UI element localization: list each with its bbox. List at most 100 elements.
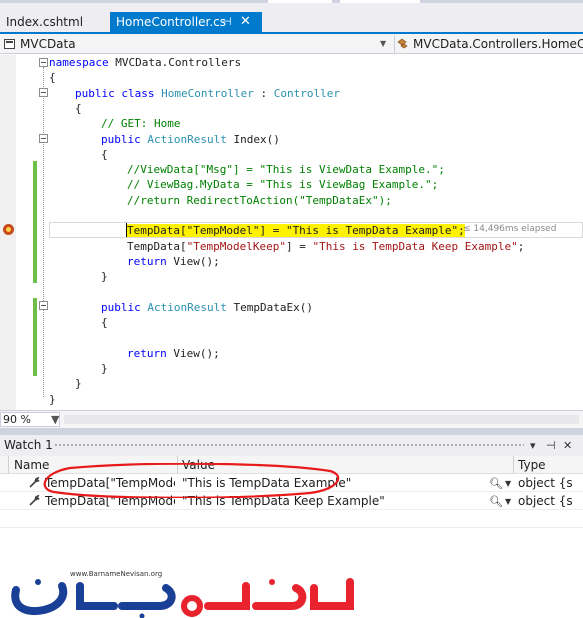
code-token: Index() xyxy=(226,132,280,146)
code-line[interactable]: } xyxy=(101,361,108,376)
top-toolbar-edge xyxy=(0,0,583,3)
class-dropdown[interactable]: MVCData.Controllers.HomeCont xyxy=(394,35,583,53)
code-token: return xyxy=(127,346,167,360)
column-type[interactable]: Type xyxy=(518,456,546,474)
code-token: TempData["TempModel"] = "This is TempDat… xyxy=(127,224,465,238)
brand-logo xyxy=(11,578,354,618)
code-token: public xyxy=(101,300,141,314)
code-line[interactable]: TempData["TempModelKeep"] = "This is Tem… xyxy=(127,239,524,254)
code-token: Controller xyxy=(273,86,340,100)
code-token: View(); xyxy=(166,254,220,268)
column-separator xyxy=(8,456,9,474)
tab-index-cshtml[interactable]: Index.cshtml xyxy=(0,12,89,32)
code-line[interactable]: { xyxy=(49,70,56,85)
code-token: { xyxy=(101,316,108,330)
watch-type: object {s xyxy=(518,476,573,490)
code-line[interactable]: } xyxy=(75,376,82,391)
code-token: { xyxy=(101,147,108,161)
code-line[interactable]: return View(); xyxy=(127,254,220,269)
project-icon xyxy=(4,39,15,49)
code-token: } xyxy=(101,270,108,284)
magnifier-icon[interactable]: 🔍︎ xyxy=(489,493,503,510)
magnifier-icon[interactable]: 🔍︎ xyxy=(489,475,503,492)
code-line[interactable]: //ViewData["Msg"] = "This is ViewData Ex… xyxy=(127,162,445,177)
watch-window: Watch 1 ▾ ⊣ ✕ Name Value Type TempData["… xyxy=(0,435,583,568)
change-bar xyxy=(33,298,37,376)
outline-guide xyxy=(43,67,44,397)
code-line[interactable]: // GET: Home xyxy=(101,116,180,131)
class-icon xyxy=(397,38,408,49)
code-token: { xyxy=(75,101,82,115)
code-line[interactable]: } xyxy=(49,392,56,407)
code-token: ActionResult xyxy=(147,300,227,314)
code-line[interactable]: } xyxy=(101,269,108,284)
code-line[interactable]: // ViewBag.MyData = "This is ViewBag Exa… xyxy=(127,177,438,192)
code-token: //return RedirectToAction("TempDataEx"); xyxy=(127,193,392,207)
collapse-toggle[interactable] xyxy=(39,58,48,67)
chevron-down-icon: ▼ xyxy=(380,39,387,48)
code-line[interactable]: public ActionResult TempDataEx() xyxy=(101,300,313,315)
pin-icon[interactable]: ⊣ xyxy=(546,435,556,456)
navigation-bar: MVCData ▼ MVCData.Controllers.HomeCont xyxy=(0,34,583,54)
empty-watch-row[interactable] xyxy=(0,511,583,528)
code-token: public xyxy=(101,132,141,146)
drag-grip[interactable] xyxy=(54,443,524,448)
code-token: MVCData.Controllers xyxy=(108,56,242,69)
zoom-value: 90 % xyxy=(3,413,31,426)
code-token: // ViewBag.MyData = "This is ViewBag Exa… xyxy=(127,178,439,192)
code-token: : xyxy=(253,86,274,100)
code-editor[interactable]: namespace MVCData.Controllers{public cla… xyxy=(0,55,583,410)
editor-status-bar: 90 % ▼ xyxy=(0,410,583,428)
close-icon[interactable]: ✕ xyxy=(240,12,251,32)
annotation-ellipse xyxy=(43,463,340,498)
code-line[interactable]: return View(); xyxy=(127,346,220,361)
code-token: public xyxy=(75,86,115,100)
project-dropdown[interactable]: MVCData ▼ xyxy=(2,35,390,53)
collapse-toggle[interactable] xyxy=(39,134,48,143)
code-token: } xyxy=(49,392,56,406)
code-line[interactable]: public ActionResult Index() xyxy=(101,132,280,147)
document-tab-strip: Index.cshtml HomeController.cs ⊣ ✕ xyxy=(0,0,583,32)
class-path-label: MVCData.Controllers.HomeCont xyxy=(413,37,583,51)
code-token: TempDataEx() xyxy=(226,300,313,314)
code-token: ; xyxy=(517,239,525,253)
pin-icon[interactable]: ⊣ xyxy=(222,12,232,32)
collapse-toggle[interactable] xyxy=(39,88,48,97)
watch-title: Watch 1 xyxy=(4,438,53,452)
window-menu-icon[interactable]: ▾ xyxy=(530,435,536,456)
code-line[interactable]: { xyxy=(101,147,108,162)
collapse-toggle[interactable] xyxy=(39,301,48,310)
code-token: "TempModelKeep" xyxy=(186,239,286,253)
chevron-down-icon[interactable]: ▼ xyxy=(505,493,511,510)
watch-title-bar: Watch 1 ▾ ⊣ ✕ xyxy=(0,435,583,456)
project-label: MVCData xyxy=(20,37,76,51)
indicator-margin[interactable] xyxy=(0,55,16,410)
column-separator xyxy=(513,456,514,474)
code-line[interactable]: //return RedirectToAction("TempDataEx"); xyxy=(127,193,392,208)
code-line[interactable]: { xyxy=(75,101,82,116)
watch-type: object {s xyxy=(518,494,573,508)
tab-homecontroller-cs[interactable]: HomeController.cs ⊣ ✕ xyxy=(110,12,262,32)
zoom-dropdown[interactable]: 90 % ▼ xyxy=(0,412,60,427)
code-token: // GET: Home xyxy=(101,117,181,131)
chevron-down-icon[interactable]: ▼ xyxy=(505,475,511,492)
horizontal-scrollbar[interactable] xyxy=(64,415,579,424)
breakpoint-icon[interactable] xyxy=(3,224,14,235)
panel-splitter[interactable] xyxy=(0,428,583,435)
code-line[interactable]: namespace MVCData.Controllers xyxy=(49,55,241,70)
tab-label: HomeController.cs xyxy=(116,15,227,29)
close-icon[interactable]: ✕ xyxy=(563,435,572,456)
perf-tip: ≤ 14,496ms elapsed xyxy=(463,224,557,234)
code-line[interactable]: public class HomeController : Controller xyxy=(75,86,340,101)
watermark-logo: www.BarnameNevisan.org xyxy=(0,568,583,618)
code-token: ] = xyxy=(285,239,313,253)
code-token: return xyxy=(127,254,167,268)
code-token: namespace xyxy=(49,56,109,69)
code-token: View(); xyxy=(166,346,220,360)
code-token: } xyxy=(75,377,82,391)
code-line[interactable]: TempData["TempModel"] = "This is TempDat… xyxy=(127,223,465,238)
change-bar xyxy=(33,161,37,283)
code-line[interactable]: { xyxy=(101,315,108,330)
code-token: HomeController xyxy=(161,86,254,100)
text-caret xyxy=(126,223,127,237)
